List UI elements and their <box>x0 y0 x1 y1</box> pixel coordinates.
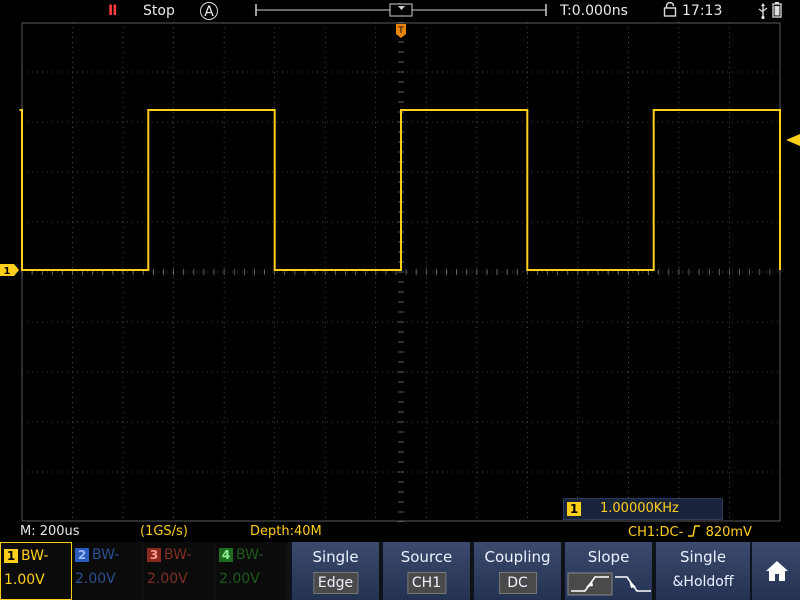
softkey-value: &Holdoff <box>672 574 734 590</box>
frequency-value: 1.00000KHz <box>600 501 679 516</box>
channel-badge: 3 <box>147 548 161 562</box>
frequency-readout: 1 1.00000KHz <box>563 498 723 520</box>
softkey-value: CH1 <box>406 572 447 594</box>
channel-3-button[interactable]: 3 BW- 2.00V <box>144 542 214 600</box>
softkey-title: Single <box>679 548 727 566</box>
memory-position-bar[interactable] <box>254 3 548 17</box>
waveform-display[interactable]: T 1 <box>0 22 800 522</box>
rising-edge-icon <box>688 525 701 537</box>
bandwidth-limit: BW- <box>164 547 192 563</box>
pause-icon[interactable]: II <box>108 2 117 20</box>
battery-icon <box>772 2 782 18</box>
info-row: M: 200us (1GS/s) Depth:40M CH1:DC- 820mV <box>0 522 800 542</box>
trigger-slope-softkey[interactable]: Slope <box>563 542 652 600</box>
usb-icon <box>758 3 768 20</box>
sample-rate-readout: (1GS/s) <box>140 524 188 539</box>
channel-4-button[interactable]: 4 BW- 2.00V <box>216 542 286 600</box>
ch1-waveform <box>19 109 781 271</box>
softkey-title: Coupling <box>484 548 551 566</box>
softkey-title: Source <box>400 548 453 566</box>
channel-1-button[interactable]: 1 BW- 1.00V <box>0 542 72 600</box>
ch1-ground-marker[interactable]: 1 <box>0 264 19 277</box>
volts-per-div: 2.00V <box>147 571 188 587</box>
bandwidth-limit: BW- <box>236 547 264 563</box>
trigger-coupling-softkey[interactable]: Coupling DC <box>472 542 561 600</box>
trigger-source-coupling: CH1:DC- <box>628 525 684 540</box>
auto-trigger-icon: A <box>200 2 218 20</box>
ch1-ground-label: 1 <box>4 266 11 277</box>
home-button[interactable] <box>750 542 800 600</box>
lock-icon <box>663 2 677 17</box>
bottom-menu: 1 BW- 1.00V 2 BW- 2.00V 3 BW- 2.00V 4 BW… <box>0 542 800 600</box>
trigger-position-label: T <box>397 26 404 36</box>
trigger-source-softkey[interactable]: Source CH1 <box>381 542 470 600</box>
softkey-title: Slope <box>587 548 630 566</box>
bandwidth-limit: BW- <box>92 547 120 563</box>
softkey-value: DC <box>498 572 537 594</box>
trigger-readout: CH1:DC- 820mV <box>628 524 752 540</box>
memory-depth-readout: Depth:40M <box>250 524 322 539</box>
clock: 17:13 <box>682 3 723 19</box>
softkey-value: Edge <box>312 572 359 594</box>
volts-per-div: 2.00V <box>75 571 116 587</box>
trigger-type-softkey[interactable]: Single Edge <box>290 542 379 600</box>
slope-selector[interactable] <box>567 572 652 596</box>
status-bar: II Stop A T:0.000ns 17:13 <box>0 0 800 22</box>
channel-badge: 1 <box>4 549 18 563</box>
softkey-title: Single <box>312 548 359 566</box>
trigger-level-value: 820mV <box>705 525 752 540</box>
volts-per-div: 2.00V <box>219 571 260 587</box>
horizontal-position: T:0.000ns <box>560 3 628 19</box>
falling-edge-icon[interactable] <box>615 576 651 592</box>
channel-badge: 4 <box>219 548 233 562</box>
trigger-mode-softkey[interactable]: Single &Holdoff <box>654 542 750 600</box>
trigger-position-marker[interactable]: T <box>396 24 406 38</box>
home-icon <box>766 561 788 581</box>
freq-channel-badge: 1 <box>567 502 581 516</box>
trigger-level-marker[interactable] <box>786 134 800 146</box>
run-status: Stop <box>143 3 175 19</box>
timebase-readout: M: 200us <box>20 524 80 539</box>
channel-badge: 2 <box>75 548 89 562</box>
volts-per-div: 1.00V <box>4 572 45 588</box>
channel-2-button[interactable]: 2 BW- 2.00V <box>72 542 142 600</box>
bandwidth-limit: BW- <box>21 548 49 564</box>
graticule <box>21 22 781 522</box>
